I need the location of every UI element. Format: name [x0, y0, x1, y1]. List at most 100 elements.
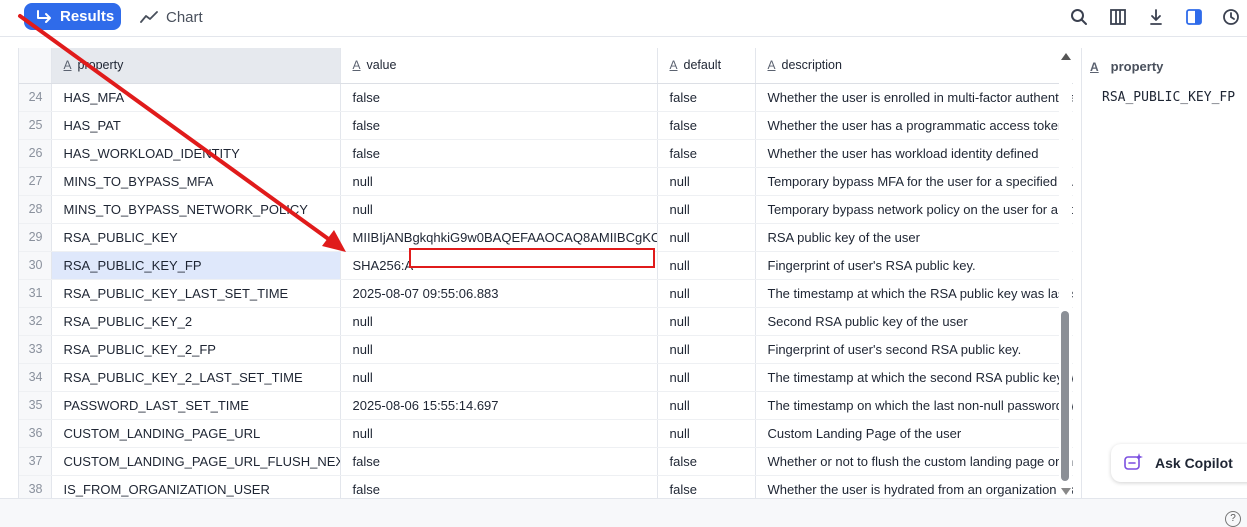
- results-tab-button[interactable]: Results: [24, 3, 121, 30]
- column-header-value[interactable]: Avalue: [340, 48, 658, 84]
- property-cell[interactable]: HAS_PAT: [51, 111, 341, 140]
- default-cell[interactable]: false: [657, 447, 756, 476]
- default-cell[interactable]: null: [657, 195, 756, 224]
- property-cell[interactable]: RSA_PUBLIC_KEY_2_FP: [51, 335, 341, 364]
- scroll-up-arrow-icon[interactable]: [1061, 53, 1071, 60]
- default-cell[interactable]: null: [657, 391, 756, 420]
- table-row[interactable]: 29 RSA_PUBLIC_KEY MIIBIjANBgkqhkiG9w0BAQEF…: [19, 223, 1073, 252]
- default-cell[interactable]: null: [657, 419, 756, 448]
- help-icon[interactable]: ?: [1225, 511, 1241, 527]
- value-cell[interactable]: SHA256:A: [340, 251, 658, 280]
- default-cell[interactable]: false: [657, 111, 756, 140]
- value-cell[interactable]: null: [340, 335, 658, 364]
- value-cell[interactable]: null: [340, 307, 658, 336]
- column-header-label: value: [366, 58, 397, 73]
- property-cell[interactable]: RSA_PUBLIC_KEY_FP: [51, 251, 341, 280]
- property-cell[interactable]: CUSTOM_LANDING_PAGE_URL: [51, 419, 341, 448]
- description-cell[interactable]: Whether the user is enrolled in multi-fa…: [755, 83, 1073, 112]
- value-cell[interactable]: null: [340, 363, 658, 392]
- table-row[interactable]: 32 RSA_PUBLIC_KEY_2 null null Second RSA pub…: [19, 307, 1073, 336]
- value-cell[interactable]: null: [340, 167, 658, 196]
- table-row[interactable]: 33 RSA_PUBLIC_KEY_2_FP null null Fingerprint…: [19, 335, 1073, 364]
- description-cell[interactable]: The timestamp at which the RSA public ke…: [755, 279, 1073, 308]
- property-cell[interactable]: HAS_MFA: [51, 83, 341, 112]
- property-cell[interactable]: CUSTOM_LANDING_PAGE_URL_FLUSH_NEXT_UI_LO…: [51, 447, 341, 476]
- value-cell[interactable]: false: [340, 111, 658, 140]
- table-row[interactable]: 25 HAS_PAT false false Whether the user has …: [19, 111, 1073, 140]
- table-row[interactable]: 30 RSA_PUBLIC_KEY_FP SHA256:A null Fingerpri…: [19, 251, 1073, 280]
- property-cell[interactable]: RSA_PUBLIC_KEY_2_LAST_SET_TIME: [51, 363, 341, 392]
- value-cell[interactable]: false: [340, 139, 658, 168]
- column-header-property[interactable]: Aproperty: [51, 48, 341, 84]
- search-icon[interactable]: [1069, 7, 1089, 27]
- default-cell[interactable]: null: [657, 251, 756, 280]
- property-cell[interactable]: PASSWORD_LAST_SET_TIME: [51, 391, 341, 420]
- description-cell[interactable]: Custom Landing Page of the user: [755, 419, 1073, 448]
- description-cell[interactable]: Fingerprint of user's RSA public key.: [755, 251, 1073, 280]
- detail-panel-value: RSA_PUBLIC_KEY_FP: [1102, 90, 1236, 105]
- default-cell[interactable]: false: [657, 83, 756, 112]
- property-cell[interactable]: HAS_WORKLOAD_IDENTITY: [51, 139, 341, 168]
- table-row[interactable]: 26 HAS_WORKLOAD_IDENTITY false false Whether…: [19, 139, 1073, 168]
- detail-panel-header: Aproperty: [1090, 59, 1163, 74]
- column-header-description[interactable]: Adescription: [755, 48, 1073, 84]
- value-cell[interactable]: false: [340, 83, 658, 112]
- value-cell[interactable]: false: [340, 447, 658, 476]
- description-cell[interactable]: Whether the user has a programmatic acce…: [755, 111, 1073, 140]
- value-cell[interactable]: MIIBIjANBgkqhkiG9w0BAQEFAAOCAQ8AMIIBCgKC…: [340, 223, 658, 252]
- table-row[interactable]: 35 PASSWORD_LAST_SET_TIME 2025-08-06 15:55…: [19, 391, 1073, 420]
- description-cell[interactable]: Fingerprint of user's second RSA public …: [755, 335, 1073, 364]
- grid-vertical-scrollbar[interactable]: [1059, 48, 1072, 498]
- default-cell[interactable]: null: [657, 167, 756, 196]
- table-row[interactable]: 27 MINS_TO_BYPASS_MFA null null Temporary by…: [19, 167, 1073, 196]
- row-number-cell: 33: [19, 335, 52, 364]
- table-row[interactable]: 38 IS_FROM_ORGANIZATION_USER false false Whe…: [19, 475, 1073, 498]
- value-cell[interactable]: 2025-08-06 15:55:14.697: [340, 391, 658, 420]
- table-row[interactable]: 34 RSA_PUBLIC_KEY_2_LAST_SET_TIME null null…: [19, 363, 1073, 392]
- columns-icon[interactable]: [1108, 7, 1128, 27]
- row-number-cell: 25: [19, 111, 52, 140]
- value-cell[interactable]: false: [340, 475, 658, 498]
- default-cell[interactable]: false: [657, 139, 756, 168]
- property-cell[interactable]: IS_FROM_ORGANIZATION_USER: [51, 475, 341, 498]
- history-icon[interactable]: [1221, 7, 1241, 27]
- results-toolbar: Results Chart: [0, 0, 1247, 37]
- default-cell[interactable]: null: [657, 335, 756, 364]
- property-cell[interactable]: RSA_PUBLIC_KEY_2: [51, 307, 341, 336]
- chart-tab-button[interactable]: Chart: [140, 5, 203, 29]
- table-row[interactable]: 31 RSA_PUBLIC_KEY_LAST_SET_TIME 2025-08-07…: [19, 279, 1073, 308]
- default-cell[interactable]: null: [657, 223, 756, 252]
- value-cell[interactable]: null: [340, 195, 658, 224]
- description-cell[interactable]: The timestamp at which the second RSA pu…: [755, 363, 1073, 392]
- property-cell[interactable]: RSA_PUBLIC_KEY: [51, 223, 341, 252]
- results-tab-label: Results: [60, 8, 115, 25]
- description-cell[interactable]: Whether the user is hydrated from an org…: [755, 475, 1073, 498]
- scrollbar-thumb[interactable]: [1061, 311, 1069, 481]
- default-cell[interactable]: null: [657, 363, 756, 392]
- property-cell[interactable]: MINS_TO_BYPASS_NETWORK_POLICY: [51, 195, 341, 224]
- value-cell[interactable]: null: [340, 419, 658, 448]
- cell-detail-panel: Aproperty RSA_PUBLIC_KEY_FP: [1081, 48, 1247, 498]
- description-cell[interactable]: Temporary bypass MFA for the user for a …: [755, 167, 1073, 196]
- table-row[interactable]: 24 HAS_MFA false false Whether the user is e…: [19, 83, 1073, 112]
- description-cell[interactable]: The timestamp on which the last non-null…: [755, 391, 1073, 420]
- property-cell[interactable]: RSA_PUBLIC_KEY_LAST_SET_TIME: [51, 279, 341, 308]
- value-cell[interactable]: 2025-08-07 09:55:06.883: [340, 279, 658, 308]
- description-cell[interactable]: Second RSA public key of the user: [755, 307, 1073, 336]
- table-row[interactable]: 37CUSTOM_LANDING_PAGE_URL_FLUSH_NEXT_UI_…: [19, 447, 1073, 476]
- scroll-down-arrow-icon[interactable]: [1061, 488, 1071, 495]
- description-cell[interactable]: RSA public key of the user: [755, 223, 1073, 252]
- description-cell[interactable]: Temporary bypass network policy on the u…: [755, 195, 1073, 224]
- column-header-default[interactable]: Adefault: [657, 48, 756, 84]
- ask-copilot-button[interactable]: Ask Copilot: [1111, 444, 1247, 482]
- default-cell[interactable]: false: [657, 475, 756, 498]
- default-cell[interactable]: null: [657, 279, 756, 308]
- table-row[interactable]: 28 MINS_TO_BYPASS_NETWORK_POLICY null null T…: [19, 195, 1073, 224]
- description-cell[interactable]: Whether the user has workload identity d…: [755, 139, 1073, 168]
- sidebar-toggle-icon[interactable]: [1184, 7, 1204, 27]
- table-row[interactable]: 36 CUSTOM_LANDING_PAGE_URL null null Custom …: [19, 419, 1073, 448]
- default-cell[interactable]: null: [657, 307, 756, 336]
- download-icon[interactable]: [1146, 7, 1166, 27]
- property-cell[interactable]: MINS_TO_BYPASS_MFA: [51, 167, 341, 196]
- description-cell[interactable]: Whether or not to flush the custom landi…: [755, 447, 1073, 476]
